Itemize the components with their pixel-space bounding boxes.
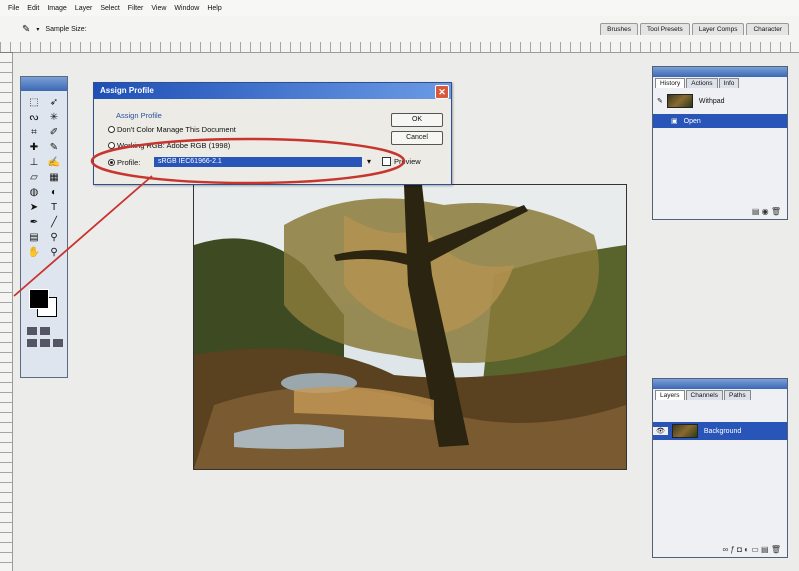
tab-paths[interactable]: Paths <box>723 390 751 400</box>
history-state-label: Open <box>683 117 701 125</box>
new-layer-icon[interactable]: ▤ <box>761 545 769 554</box>
trash-icon[interactable]: 🗑 <box>771 207 781 216</box>
highlight-ellipse <box>90 137 406 185</box>
link-icon[interactable]: ∞ <box>722 545 728 554</box>
mask-icon[interactable]: ◘ <box>737 545 742 554</box>
open-icon: ▣ <box>671 118 678 125</box>
fx-icon[interactable]: ƒ <box>730 545 734 554</box>
layers-panel-header[interactable] <box>653 379 787 389</box>
trash-icon[interactable]: 🗑 <box>771 545 781 554</box>
layer-thumbnail <box>671 424 698 438</box>
snapshot-thumbnail <box>666 94 693 108</box>
history-panel-header[interactable] <box>653 67 787 77</box>
brush-icon: ✎ <box>657 98 663 105</box>
new-document-icon[interactable]: ▤ <box>752 207 760 216</box>
layer-row[interactable]: 👁 Background <box>653 422 787 440</box>
history-state[interactable]: ▣ Open <box>653 114 787 128</box>
history-panel-footer: ▤ ◉ 🗑 <box>653 207 787 216</box>
tab-layers[interactable]: Layers <box>655 390 685 400</box>
layer-name: Background <box>703 427 742 435</box>
history-snapshot[interactable]: ✎ Withpad <box>653 94 787 108</box>
folder-icon[interactable]: ▭ <box>751 545 759 554</box>
tab-actions[interactable]: Actions <box>686 78 718 88</box>
snapshot-label: Withpad <box>698 97 725 105</box>
eye-icon[interactable]: 👁 <box>653 427 668 435</box>
tab-info[interactable]: Info <box>718 78 740 88</box>
layers-panel: Layers Channels Paths 👁 Background ∞ ƒ ◘… <box>652 378 788 558</box>
annotation-line <box>13 175 153 297</box>
tab-channels[interactable]: Channels <box>685 390 723 400</box>
layers-panel-footer: ∞ ƒ ◘ ◐ ▭ ▤ 🗑 <box>653 545 787 554</box>
adjustment-icon[interactable]: ◐ <box>744 545 749 554</box>
history-panel: History Actions Info ✎ Withpad ▣ Open ▤ … <box>652 66 788 220</box>
new-snapshot-icon[interactable]: ◉ <box>762 207 769 216</box>
tab-history[interactable]: History <box>655 78 686 88</box>
layers-options-row <box>653 400 787 422</box>
